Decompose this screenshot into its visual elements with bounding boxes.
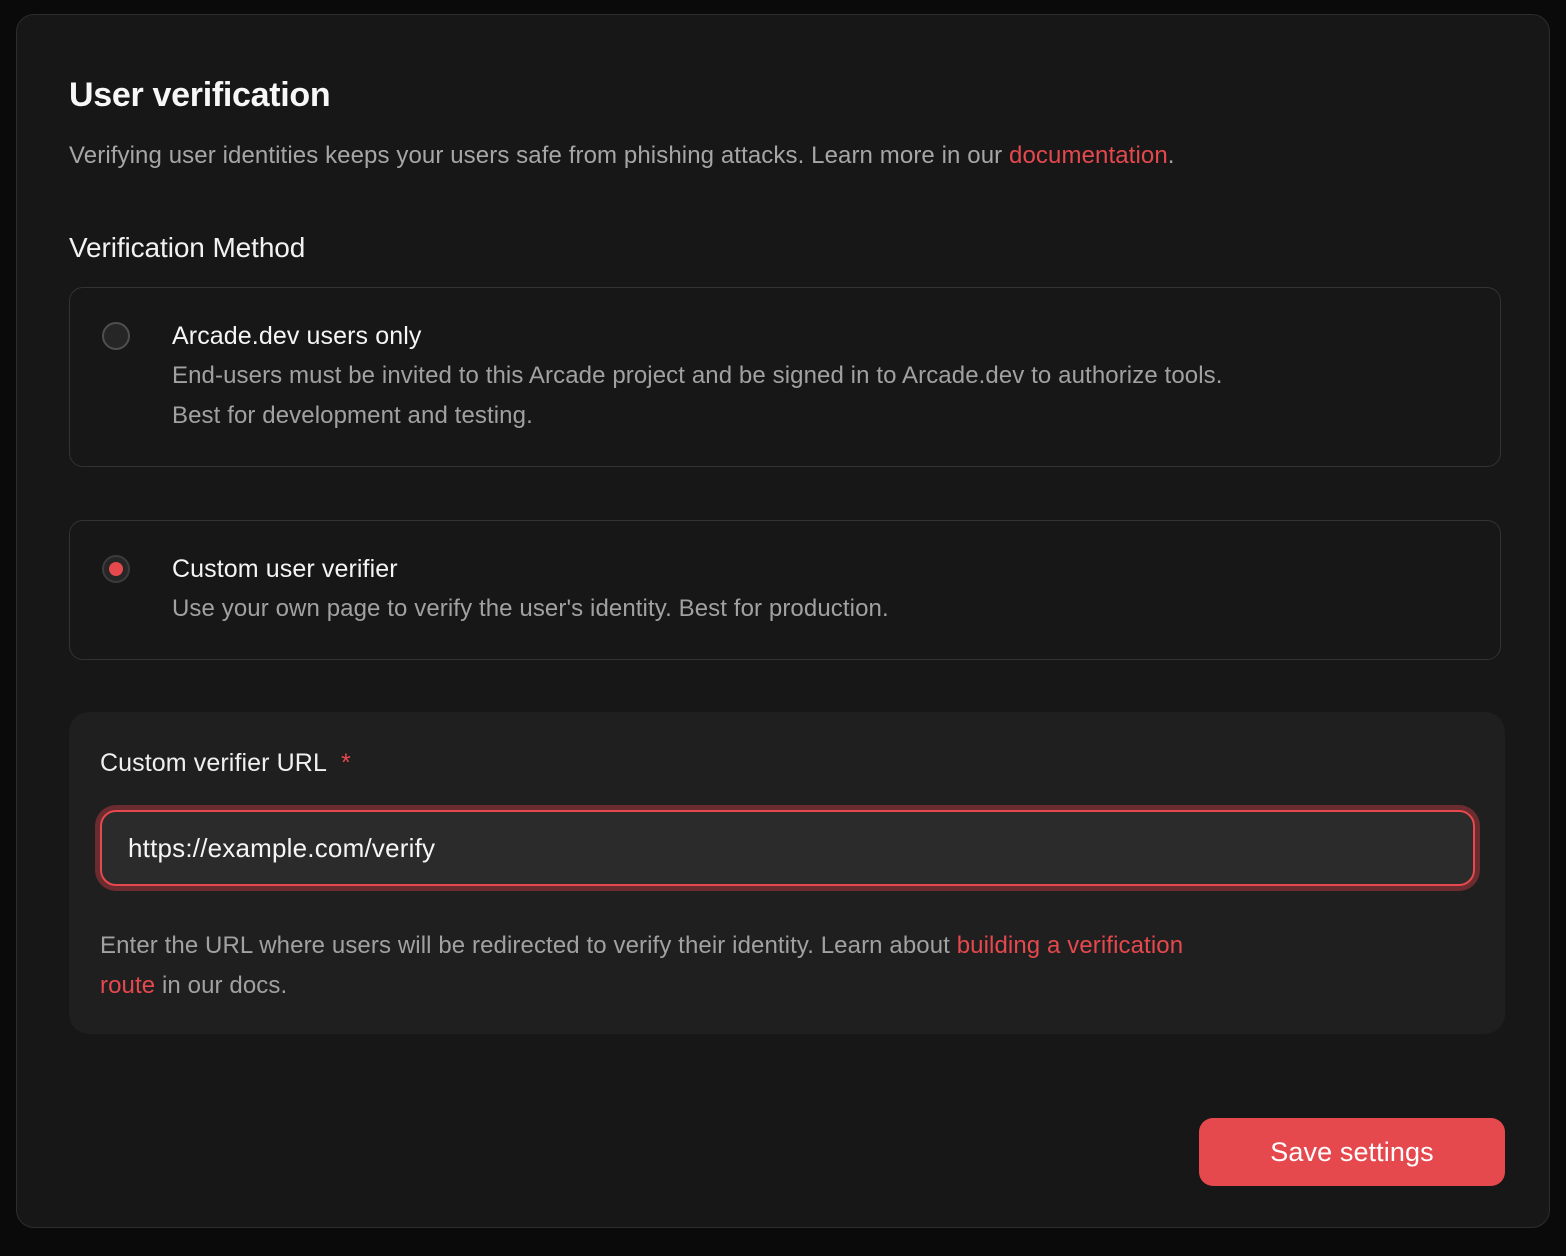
option-description-line: End-users must be invited to this Arcade… [172, 356, 1223, 396]
radio-unselected-icon[interactable] [102, 322, 130, 350]
page-description-text: Verifying user identities keeps your use… [69, 142, 1009, 169]
option-title: Arcade.dev users only [172, 318, 1223, 354]
page-title: User verification [69, 73, 1497, 117]
verification-route-link[interactable]: route [100, 972, 155, 999]
helper-text-prefix: Enter the URL where users will be redire… [100, 932, 957, 959]
option-description-line: Best for development and testing. [172, 396, 1223, 436]
verification-method-heading: Verification Method [69, 229, 1497, 267]
documentation-link[interactable]: documentation [1009, 142, 1168, 169]
radio-dot [109, 562, 123, 576]
user-verification-card: User verification Verifying user identit… [16, 14, 1550, 1228]
save-settings-button[interactable]: Save settings [1199, 1118, 1505, 1186]
custom-verifier-panel: Custom verifier URL * Enter the URL wher… [69, 712, 1505, 1034]
verification-route-link[interactable]: building a verification [957, 932, 1183, 959]
custom-verifier-url-input-wrap [100, 810, 1475, 886]
option-title: Custom user verifier [172, 551, 889, 587]
option-arcade-users-only[interactable]: Arcade.dev users only End-users must be … [69, 287, 1501, 467]
page-description: Verifying user identities keeps your use… [69, 139, 1497, 173]
field-label-row: Custom verifier URL * [100, 746, 1475, 780]
helper-text-suffix: in our docs. [155, 972, 287, 999]
option-description: End-users must be invited to this Arcade… [172, 356, 1223, 436]
option-custom-user-verifier[interactable]: Custom user verifier Use your own page t… [69, 520, 1501, 660]
option-description-line: Use your own page to verify the user's i… [172, 589, 889, 629]
option-body: Custom user verifier Use your own page t… [172, 551, 889, 629]
custom-verifier-url-input[interactable] [128, 833, 1447, 864]
helper-line-1: Enter the URL where users will be redire… [100, 926, 1475, 966]
actions-row: Save settings [69, 1118, 1505, 1186]
page-background: User verification Verifying user identit… [0, 0, 1566, 1256]
helper-line-2: route in our docs. [100, 966, 1475, 1006]
required-asterisk: * [341, 749, 351, 778]
option-description: Use your own page to verify the user's i… [172, 589, 889, 629]
page-description-period: . [1168, 142, 1175, 169]
option-body: Arcade.dev users only End-users must be … [172, 318, 1223, 436]
radio-selected-icon[interactable] [102, 555, 130, 583]
helper-text: Enter the URL where users will be redire… [100, 926, 1475, 1006]
custom-verifier-url-label: Custom verifier URL [100, 746, 327, 780]
